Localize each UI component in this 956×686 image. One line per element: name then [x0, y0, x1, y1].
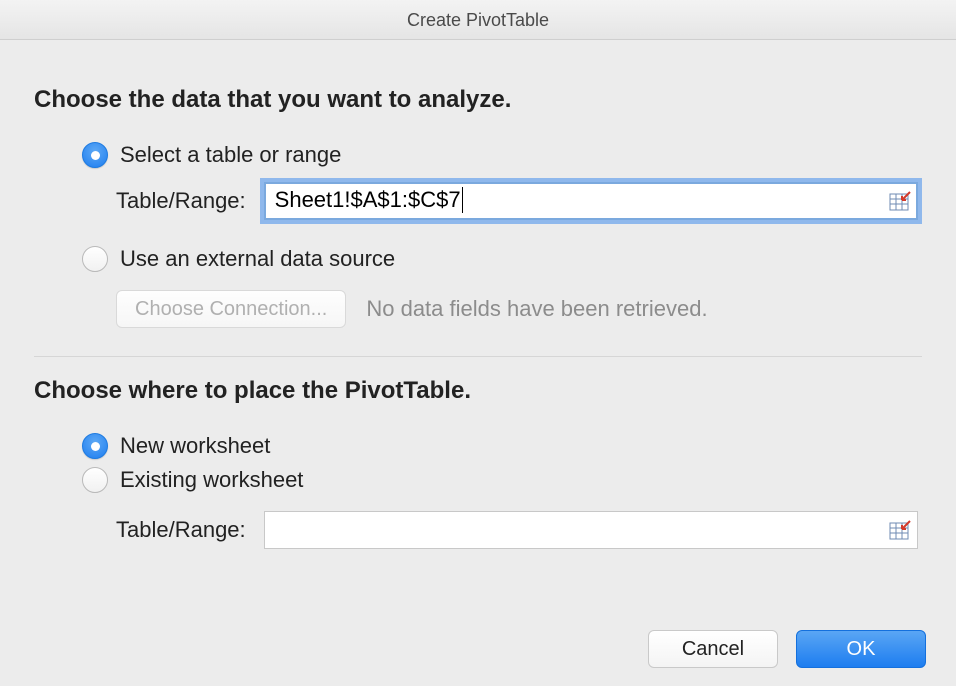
section2-heading: Choose where to place the PivotTable.: [34, 377, 922, 405]
radio-select-table-range[interactable]: [82, 142, 108, 168]
section-divider: [34, 356, 922, 357]
section1-heading: Choose the data that you want to analyze…: [34, 86, 922, 114]
table-range-input-1[interactable]: Sheet1!$A$1:$C$7: [264, 182, 918, 220]
table-range-label-2: Table/Range:: [116, 517, 246, 543]
radio-select-table-range-label: Select a table or range: [120, 142, 341, 168]
cancel-button[interactable]: Cancel: [648, 630, 778, 668]
option-select-table-range[interactable]: Select a table or range: [82, 142, 922, 168]
radio-external-data-label: Use an external data source: [120, 246, 395, 272]
table-range-value-1: Sheet1!$A$1:$C$7: [275, 187, 883, 214]
option-external-data[interactable]: Use an external data source: [82, 246, 922, 272]
table-range-input-2[interactable]: [264, 511, 918, 549]
option-new-worksheet[interactable]: New worksheet: [82, 433, 922, 459]
dialog-footer: Cancel OK: [648, 630, 926, 668]
choose-connection-button: Choose Connection...: [116, 290, 346, 328]
radio-existing-worksheet[interactable]: [82, 467, 108, 493]
range-selector-icon[interactable]: [889, 191, 911, 211]
text-caret: [462, 187, 463, 212]
dialog-content: Choose the data that you want to analyze…: [0, 40, 956, 583]
radio-existing-worksheet-label: Existing worksheet: [120, 467, 303, 493]
range-selector-icon-2[interactable]: [889, 520, 911, 540]
radio-external-data[interactable]: [82, 246, 108, 272]
table-range-row-2: Table/Range:: [116, 511, 922, 549]
ok-button[interactable]: OK: [796, 630, 926, 668]
option-existing-worksheet[interactable]: Existing worksheet: [82, 467, 922, 493]
choose-connection-row: Choose Connection... No data fields have…: [116, 290, 922, 328]
table-range-row-1: Table/Range: Sheet1!$A$1:$C$7: [116, 182, 922, 220]
no-data-fields-text: No data fields have been retrieved.: [366, 296, 707, 322]
table-range-label-1: Table/Range:: [116, 188, 246, 214]
radio-new-worksheet[interactable]: [82, 433, 108, 459]
radio-new-worksheet-label: New worksheet: [120, 433, 270, 459]
window-title: Create PivotTable: [0, 0, 956, 40]
